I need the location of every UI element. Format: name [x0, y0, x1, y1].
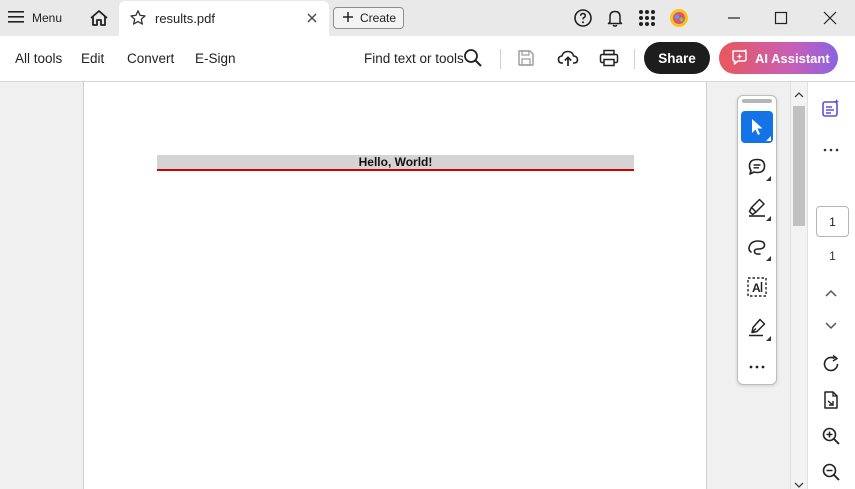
highlight-tool-button[interactable] — [741, 191, 773, 223]
home-icon — [90, 10, 108, 26]
comment-icon — [748, 158, 766, 175]
quick-tools-toolbar: A — [737, 95, 777, 385]
more-tools-button[interactable] — [741, 351, 773, 383]
esign-button[interactable]: E-Sign — [195, 51, 236, 66]
ai-assistant-label: AI Assistant — [755, 50, 830, 66]
scrollbar-thumb[interactable] — [793, 106, 805, 226]
previous-page-icon[interactable] — [819, 281, 843, 305]
total-pages: 1 — [829, 249, 836, 263]
pdf-page[interactable]: Hello, World! — [83, 82, 707, 489]
help-icon[interactable] — [573, 8, 593, 28]
svg-text:A: A — [752, 281, 761, 295]
draw-tool-button[interactable] — [741, 231, 773, 263]
tab-title: results.pdf — [155, 11, 215, 26]
plus-icon — [342, 11, 354, 26]
flyout-indicator — [766, 176, 771, 181]
flyout-indicator — [766, 256, 771, 261]
apps-grid-icon[interactable] — [637, 8, 657, 28]
zoom-in-icon[interactable] — [819, 424, 843, 448]
toolbar-drag-handle[interactable] — [742, 99, 772, 103]
next-page-icon[interactable] — [819, 314, 843, 338]
ai-assistant-button[interactable]: AI Assistant — [719, 42, 838, 74]
star-icon[interactable] — [129, 9, 147, 32]
vertical-scrollbar[interactable] — [790, 82, 807, 489]
all-tools-button[interactable]: All tools — [15, 51, 62, 66]
menu-label: Menu — [32, 11, 63, 25]
text-box-icon: A — [747, 277, 767, 297]
flyout-indicator — [766, 136, 771, 141]
print-icon[interactable] — [598, 47, 620, 69]
right-rail: 1 1 — [807, 82, 855, 489]
maximize-icon[interactable] — [769, 6, 793, 30]
share-button[interactable]: Share — [644, 42, 710, 74]
more-options-icon[interactable] — [819, 138, 843, 162]
save-icon[interactable] — [515, 47, 537, 69]
current-page-input[interactable]: 1 — [816, 206, 849, 237]
menu-button[interactable]: Menu — [8, 6, 62, 30]
ai-assistant-icon — [731, 48, 749, 69]
sign-tool-button[interactable] — [741, 311, 773, 343]
document-viewport[interactable]: Hello, World! — [0, 82, 790, 489]
rotate-icon[interactable] — [819, 352, 843, 376]
find-text-or-tools-button[interactable]: Find text or tools — [364, 51, 464, 66]
avatar[interactable] — [669, 8, 689, 28]
cursor-icon — [752, 119, 763, 135]
select-tool-button[interactable] — [741, 111, 773, 143]
search-icon[interactable] — [463, 48, 483, 73]
window-close-icon[interactable] — [818, 6, 842, 30]
flyout-indicator — [766, 336, 771, 341]
divider — [500, 49, 501, 69]
freehand-draw-icon — [748, 240, 766, 255]
comment-tool-button[interactable] — [741, 151, 773, 183]
ai-summary-icon[interactable] — [819, 96, 843, 120]
share-label: Share — [658, 50, 696, 66]
flyout-indicator — [766, 216, 771, 221]
command-bar: All tools Edit Convert E-Sign Find text … — [0, 36, 855, 82]
text-select-tool-button[interactable]: A — [741, 271, 773, 303]
create-label: Create — [360, 11, 397, 25]
bell-icon[interactable] — [605, 8, 625, 28]
tab-results-pdf[interactable]: results.pdf — [119, 1, 329, 36]
close-icon[interactable] — [305, 11, 319, 30]
home-button[interactable] — [86, 6, 112, 30]
menu-icon — [8, 10, 24, 27]
document-heading: Hello, World! — [157, 155, 634, 171]
page-extract-icon[interactable] — [819, 388, 843, 412]
cloud-upload-icon[interactable] — [557, 47, 579, 69]
scroll-down-icon[interactable] — [794, 476, 804, 489]
create-button[interactable]: Create — [333, 7, 404, 29]
title-bar: Menu results.pdf Create — [0, 0, 855, 36]
minimize-icon[interactable] — [722, 6, 746, 30]
zoom-out-icon[interactable] — [819, 460, 843, 484]
more-horizontal-icon — [749, 365, 765, 369]
pen-sign-icon — [749, 318, 766, 337]
scroll-up-icon[interactable] — [794, 86, 804, 104]
convert-button[interactable]: Convert — [127, 51, 174, 66]
divider — [634, 49, 635, 69]
highlighter-icon — [748, 198, 765, 217]
edit-button[interactable]: Edit — [81, 51, 104, 66]
